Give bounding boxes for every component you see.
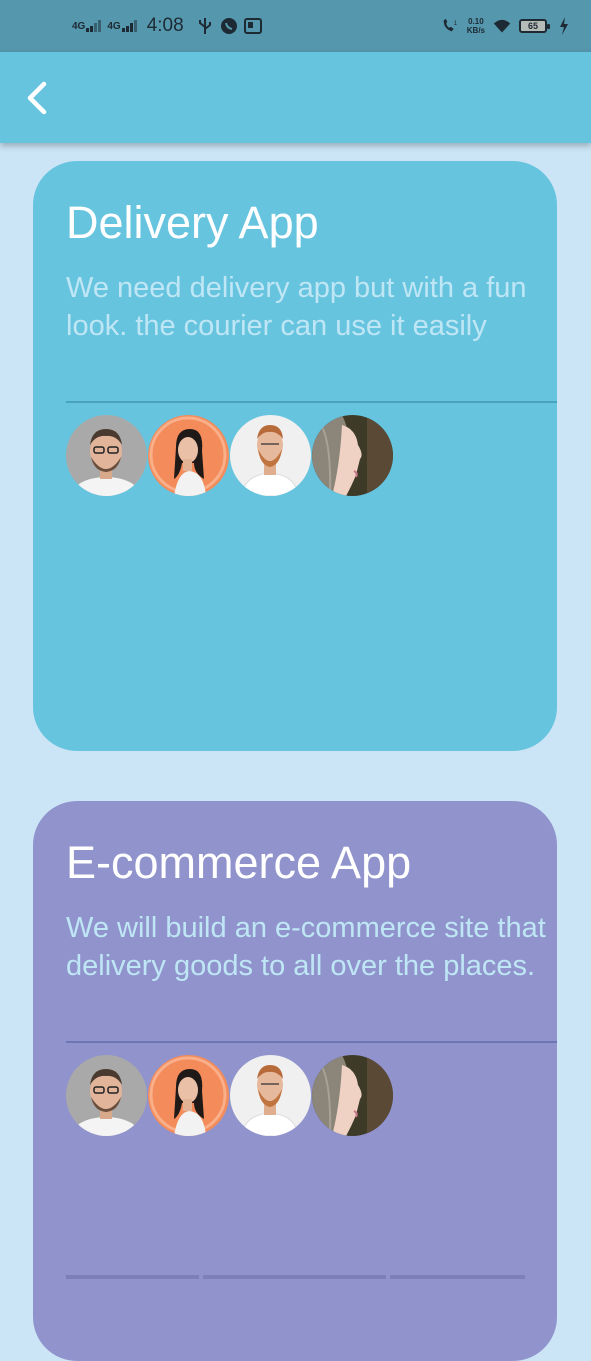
signal-1: 4G [72,20,102,32]
back-button[interactable] [18,78,58,118]
progress-segment [390,1275,525,1279]
svg-text:1: 1 [453,20,457,27]
battery-level: 65 [527,21,538,31]
avatar[interactable] [312,415,393,496]
signal-bars-icon [121,20,137,32]
app-bar [0,52,591,143]
chevron-left-icon [27,81,47,115]
avatar[interactable] [148,1055,229,1136]
speed-value: 0.10 [468,17,484,26]
project-card-delivery[interactable]: Delivery App We need delivery app but wi… [33,161,557,751]
member-avatars [66,415,393,496]
status-bar-left: 4G 4G 4:08 [72,0,262,52]
charging-icon [555,17,573,35]
card-divider [66,1041,557,1043]
network-type-2: 4G [107,21,121,32]
member-avatars [66,1055,393,1136]
progress-segment [66,1275,199,1279]
network-speed: 0.10 KB/s [467,17,485,35]
avatar[interactable] [66,1055,147,1136]
card-title: E-commerce App [66,837,412,888]
signal-2: 4G [107,20,137,32]
whatsapp-icon [220,17,238,35]
wifi-calling-icon: 1 [441,17,459,35]
avatar[interactable] [312,1055,393,1136]
card-divider [66,401,557,403]
avatar[interactable] [148,415,229,496]
card-description: We need delivery app but with a fun look… [66,272,527,342]
progress-segment [203,1275,386,1279]
wifi-icon [493,17,511,35]
avatar[interactable] [230,1055,311,1136]
avatar[interactable] [66,415,147,496]
speed-unit: KB/s [466,26,485,35]
battery-icon: 65 [519,19,550,33]
task-progress-lines [66,1275,525,1279]
network-type-1: 4G [72,21,86,32]
card-title: Delivery App [66,197,319,248]
usb-icon [196,17,214,35]
avatar[interactable] [230,415,311,496]
status-bar-right: 1 0.10 KB/s 65 [441,0,573,52]
status-bar: 4G 4G 4:08 1 0.10 KB/s 65 [0,0,591,52]
card-description: We will build an e-commerce site that de… [66,912,546,982]
signal-bars-icon [86,20,102,32]
translate-icon [243,17,262,35]
project-card-ecommerce[interactable]: E-commerce App We will build an e-commer… [33,801,557,1361]
clock: 4:08 [146,15,184,36]
